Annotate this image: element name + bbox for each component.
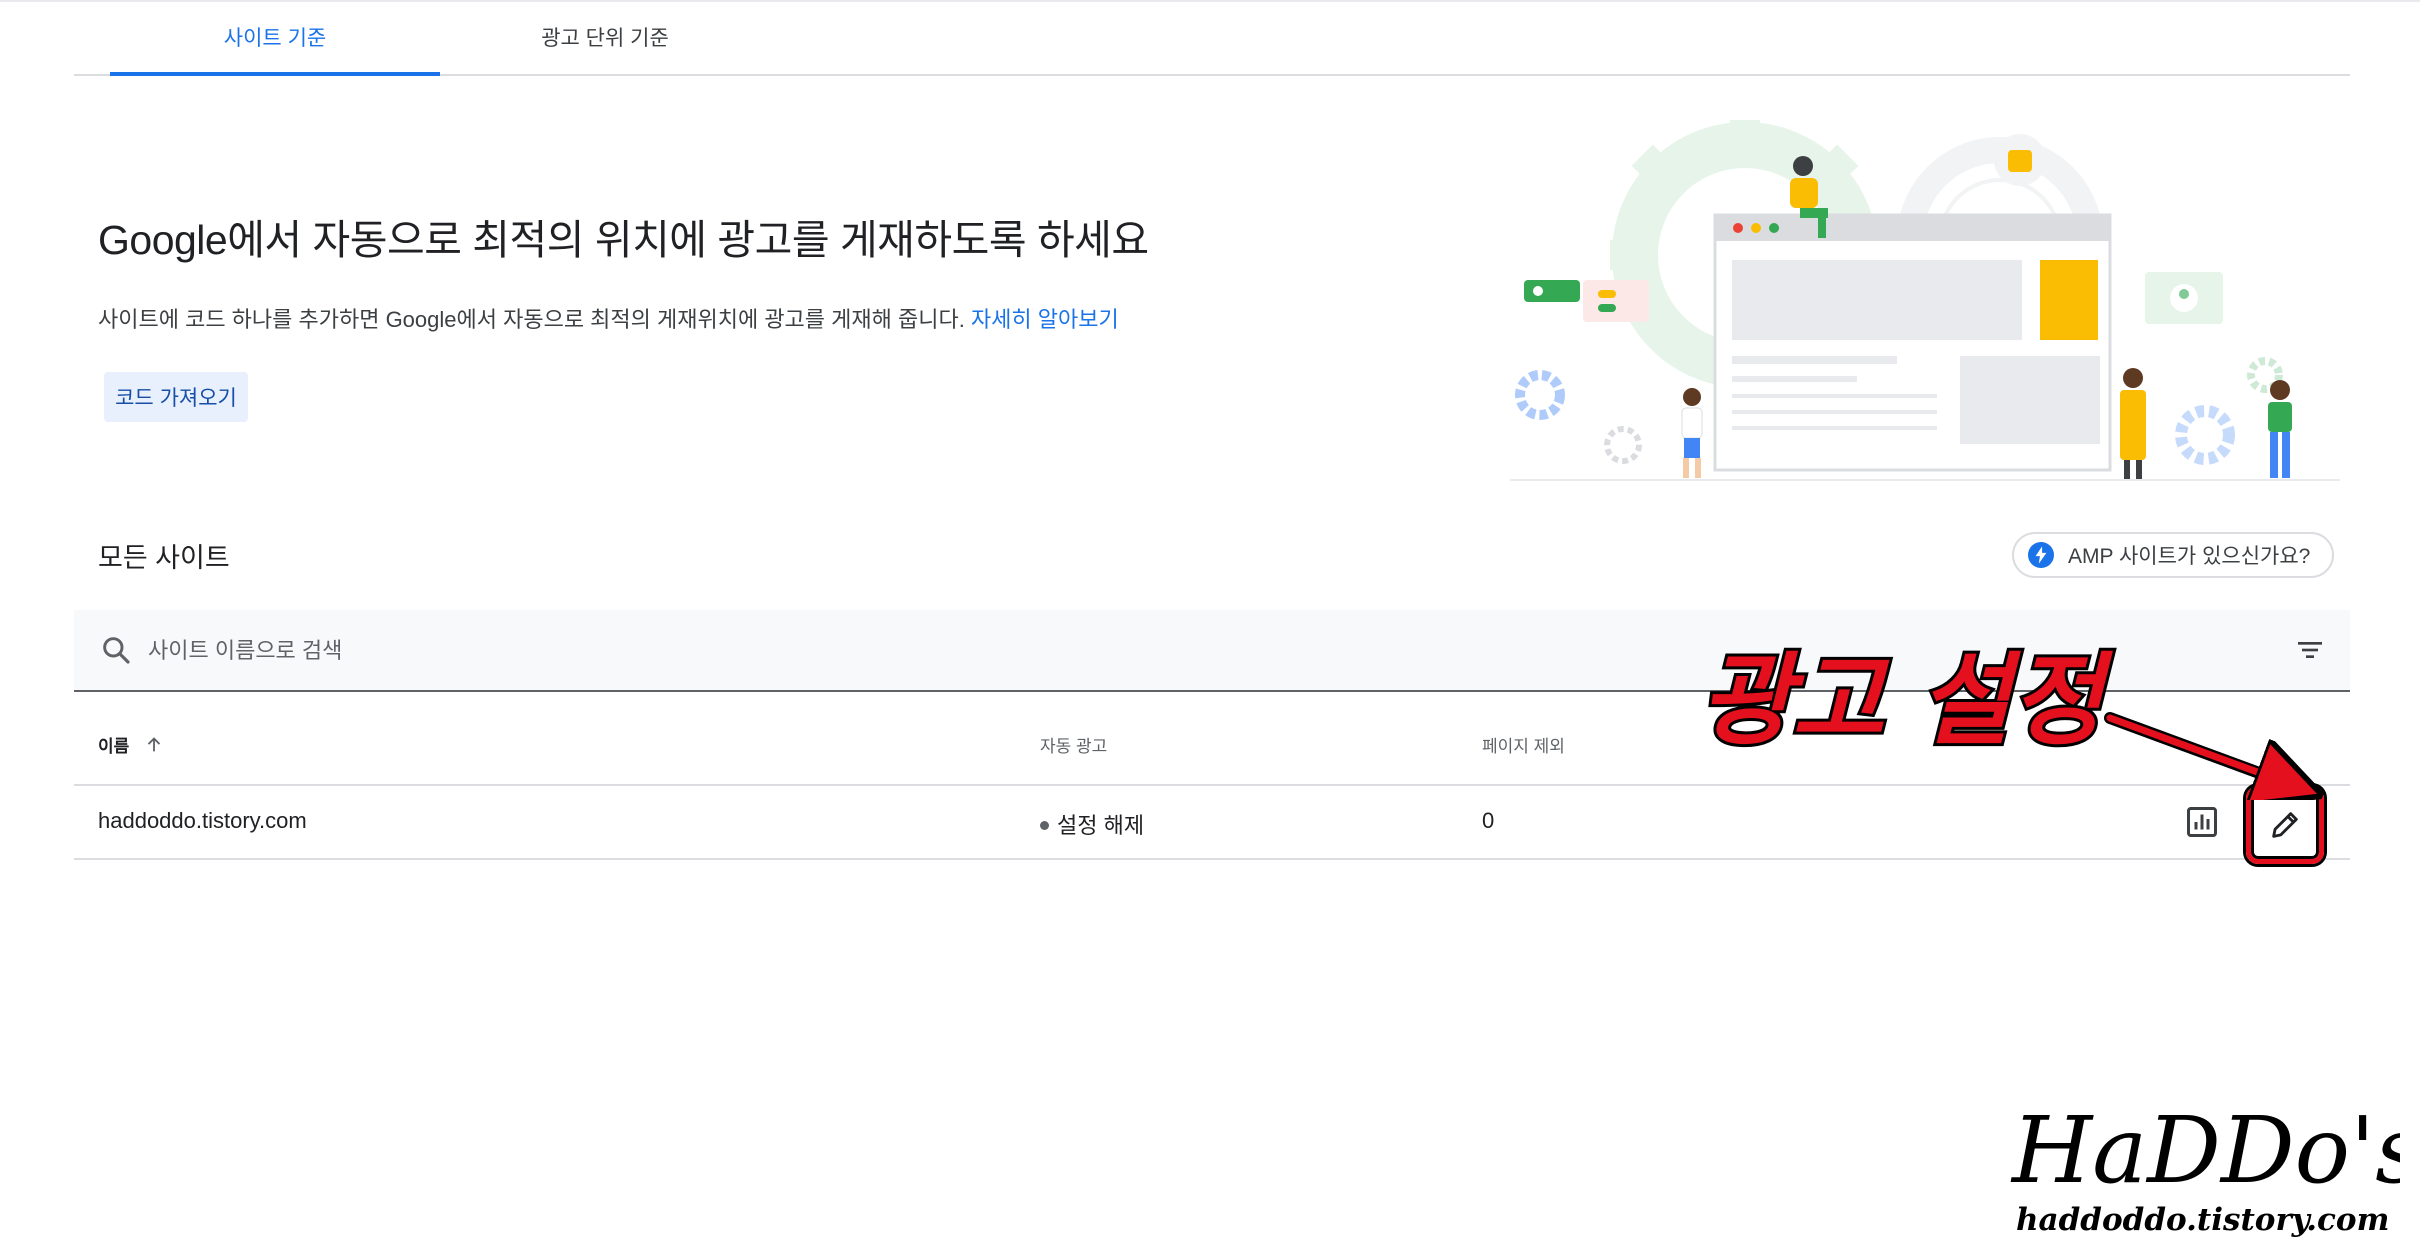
watermark-brand: HaDDo's [2010,1097,2400,1204]
all-sites-heading: 모든 사이트 [98,543,230,573]
amp-sites-button[interactable]: AMP 사이트가 있으신가요? [2012,532,2334,578]
learn-more-link[interactable]: 자세히 알아보기 [971,307,1119,332]
bar-chart-icon[interactable] [2184,804,2220,840]
lock-badge-icon [1994,134,2046,186]
tab-bar: 사이트 기준 광고 단위 기준 [74,0,2350,76]
pencil-icon [2272,812,2298,838]
person-apron-icon [2120,368,2146,480]
hero-description-text: 사이트에 코드 하나를 추가하면 Google에서 자동으로 최적의 게재위치에… [98,307,971,332]
column-header-auto-ads: 자동 광고 [1040,737,1108,756]
watermark-url: haddoddo.tistory.com [2016,1202,2389,1238]
person-right-icon [2268,380,2292,478]
annotation-arrow-icon [2106,714,2290,784]
auto-ads-status: 설정 해제 [1040,808,1144,840]
profile-card-icon [2145,272,2223,324]
chat-card-icon [1524,280,1580,302]
tab-by-ad-unit[interactable]: 광고 단위 기준 [440,0,770,74]
haddos-watermark-logo: HaDDo's haddoddo.tistory.com [2010,1097,2400,1238]
search-icon [103,637,130,664]
active-tab-indicator [110,72,440,76]
small-gear-icon [1515,370,1565,420]
lightning-bolt-icon [2028,542,2054,568]
auto-ads-illustration [1510,120,2340,481]
sort-ascending-arrow-icon [148,736,161,751]
small-gear-icon [2175,405,2235,465]
amp-sites-label: AMP 사이트가 있으신가요? [2068,545,2311,568]
page-title: Google에서 자동으로 최적의 위치에 광고를 게재하도록 하세요 [98,217,1149,263]
column-header-name-label: 이름 [98,737,130,756]
column-header-page-exclusions: 페이지 제외 [1482,737,1565,756]
annotation-callout: 광고 설정 [1697,640,2340,800]
hero-description: 사이트에 코드 하나를 추가하면 Google에서 자동으로 최적의 게재위치에… [98,302,1119,334]
person-left-icon [1681,388,1703,478]
browser-window-icon [1713,213,2112,472]
site-name: haddoddo.tistory.com [98,808,307,833]
site-search-input[interactable] [146,628,1550,674]
tab-by-site[interactable]: 사이트 기준 [110,0,440,74]
toggle-card-icon [1583,280,1649,322]
get-code-button[interactable]: 코드 가져오기 [104,372,248,422]
annotation-label: 광고 설정 [1700,642,2114,759]
column-header-name[interactable]: 이름 [98,732,165,757]
page-exclusions-count: 0 [1482,808,1495,833]
auto-ads-status-label: 설정 해제 [1057,813,1145,838]
small-gear-icon [1604,426,1642,464]
status-dot-icon [1040,820,1049,830]
